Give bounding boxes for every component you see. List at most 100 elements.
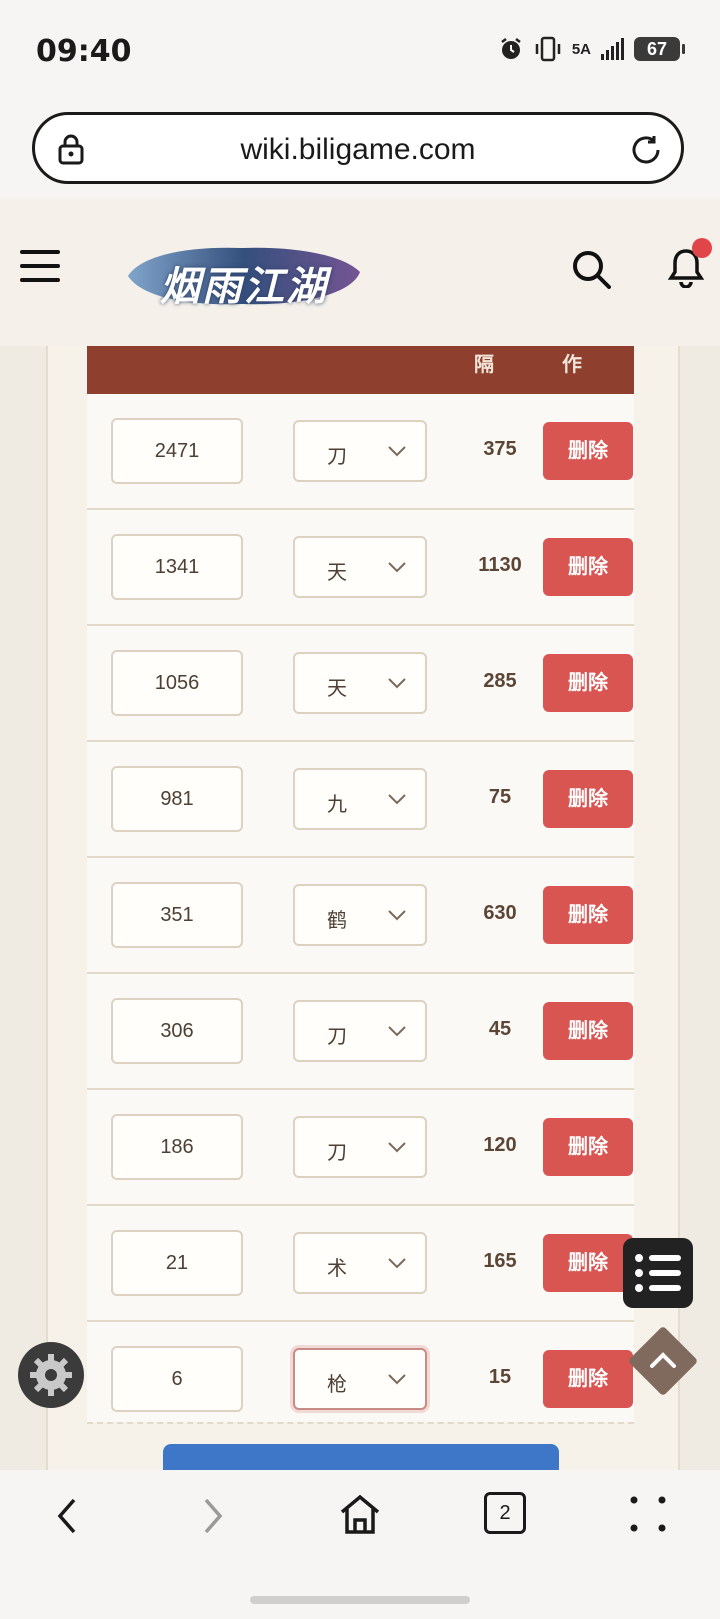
chevron-down-icon — [388, 910, 406, 921]
chevron-down-icon — [388, 1142, 406, 1153]
delete-button[interactable]: 删除 — [543, 1002, 633, 1060]
table-row: 981 九 75 删除 — [87, 742, 634, 858]
interval-value: 75 — [488, 786, 512, 808]
chevron-down-icon — [388, 1258, 406, 1269]
chevron-down-icon — [388, 794, 406, 805]
number-input[interactable]: 21 — [111, 1230, 243, 1296]
number-input[interactable]: 1056 — [111, 650, 243, 716]
number-input[interactable]: 2471 — [111, 418, 243, 484]
gear-icon — [30, 1354, 72, 1396]
interval-value: 165 — [483, 1250, 517, 1272]
chevron-down-icon — [388, 1374, 406, 1385]
site-header: 烟雨江湖 — [0, 198, 720, 346]
category-select[interactable]: 刀 — [293, 1116, 427, 1178]
signal-icon — [601, 38, 624, 60]
network-type: 5A — [571, 40, 591, 58]
number-input[interactable]: 186 — [111, 1114, 243, 1180]
header-interval: 隔 — [474, 354, 494, 376]
table-row: 21 术 165 删除 — [87, 1206, 634, 1322]
select-value: 刀 — [327, 1026, 347, 1048]
forward-icon[interactable] — [200, 1496, 224, 1536]
menu-icon[interactable] — [20, 250, 60, 284]
settings-button[interactable] — [18, 1342, 84, 1408]
interval-value: 1130 — [478, 554, 522, 576]
status-icons: 5A 67 — [498, 36, 685, 62]
interval-value: 630 — [483, 902, 517, 924]
chevron-down-icon — [388, 678, 406, 689]
table-row: 1056 天 285 删除 — [87, 626, 634, 742]
delete-button[interactable]: 删除 — [543, 654, 633, 712]
category-select[interactable]: 刀 — [293, 1000, 427, 1062]
battery-level: 67 — [646, 38, 668, 59]
category-select[interactable]: 鹤 — [293, 884, 427, 946]
delete-button[interactable]: 删除 — [543, 1350, 633, 1408]
status-bar: 09:40 5A 67 — [0, 0, 720, 100]
number-input[interactable]: 1341 — [111, 534, 243, 600]
delete-button[interactable]: 删除 — [543, 1118, 633, 1176]
table-row: 6 枪 15 删除 — [87, 1322, 634, 1438]
tabs-button[interactable]: 2 — [484, 1492, 526, 1534]
table-row: 306 刀 45 删除 — [87, 974, 634, 1090]
battery-icon: 67 — [634, 37, 685, 61]
number-input[interactable]: 981 — [111, 766, 243, 832]
delete-button[interactable]: 删除 — [543, 538, 633, 596]
interval-value: 285 — [483, 670, 517, 692]
interval-value: 120 — [483, 1134, 517, 1156]
number-input[interactable]: 351 — [111, 882, 243, 948]
chevron-down-icon — [388, 562, 406, 573]
address-bar[interactable]: wiki.biligame.com — [32, 112, 684, 184]
interval-value: 15 — [488, 1366, 512, 1388]
home-indicator — [250, 1596, 470, 1604]
notification-badge — [692, 238, 712, 258]
table-row: 2471 刀 375 删除 — [87, 394, 634, 510]
select-value: 鹤 — [327, 910, 347, 932]
category-select[interactable]: 九 — [293, 768, 427, 830]
delete-button[interactable]: 删除 — [543, 1234, 633, 1292]
select-value: 天 — [327, 562, 347, 584]
chevron-down-icon — [388, 446, 406, 457]
list-icon — [635, 1254, 681, 1292]
table-footer — [87, 1422, 634, 1470]
number-input[interactable]: 6 — [111, 1346, 243, 1412]
table-header: 隔 作 — [87, 346, 634, 394]
select-value: 枪 — [327, 1374, 347, 1396]
reload-icon[interactable] — [629, 133, 663, 167]
vibrate-icon — [535, 36, 561, 62]
delete-button[interactable]: 删除 — [543, 886, 633, 944]
delete-button[interactable]: 删除 — [543, 770, 633, 828]
url-text[interactable]: wiki.biligame.com — [35, 133, 681, 167]
category-select[interactable]: 术 — [293, 1232, 427, 1294]
interval-value: 45 — [488, 1018, 512, 1040]
interval-value: 375 — [483, 438, 517, 460]
category-select[interactable]: 枪 — [293, 1348, 427, 1410]
add-row-button[interactable] — [163, 1444, 559, 1470]
interval-table: 隔 作 2471 刀 375 删除 1341 天 1130 删除 1056 天 285 删除 981 九 7… — [87, 346, 634, 1438]
category-select[interactable]: 天 — [293, 652, 427, 714]
more-icon[interactable] — [628, 1494, 668, 1534]
category-select[interactable]: 刀 — [293, 420, 427, 482]
number-input[interactable]: 306 — [111, 998, 243, 1064]
page-content: 隔 作 2471 刀 375 删除 1341 天 1130 删除 1056 天 285 删除 981 九 7… — [0, 346, 720, 1470]
status-time: 09:40 — [36, 34, 132, 69]
alarm-icon — [501, 38, 521, 59]
search-icon[interactable] — [570, 248, 612, 290]
table-row: 351 鹤 630 删除 — [87, 858, 634, 974]
table-row: 186 刀 120 删除 — [87, 1090, 634, 1206]
table-row: 1341 天 1130 删除 — [87, 510, 634, 626]
select-value: 术 — [327, 1258, 347, 1280]
header-action: 作 — [562, 354, 582, 376]
toc-button[interactable] — [623, 1238, 693, 1308]
category-select[interactable]: 天 — [293, 536, 427, 598]
browser-toolbar: wiki.biligame.com — [0, 100, 720, 198]
logo-text: 烟雨江湖 — [160, 263, 328, 310]
select-value: 九 — [327, 794, 347, 816]
delete-button[interactable]: 删除 — [543, 422, 633, 480]
select-value: 刀 — [327, 1142, 347, 1164]
chevron-up-icon — [650, 1352, 676, 1368]
chevron-down-icon — [388, 1026, 406, 1037]
home-icon[interactable] — [338, 1492, 382, 1536]
select-value: 刀 — [327, 446, 347, 468]
select-value: 天 — [327, 678, 347, 700]
site-logo[interactable]: 烟雨江湖 — [122, 236, 366, 314]
back-icon[interactable] — [56, 1496, 80, 1536]
